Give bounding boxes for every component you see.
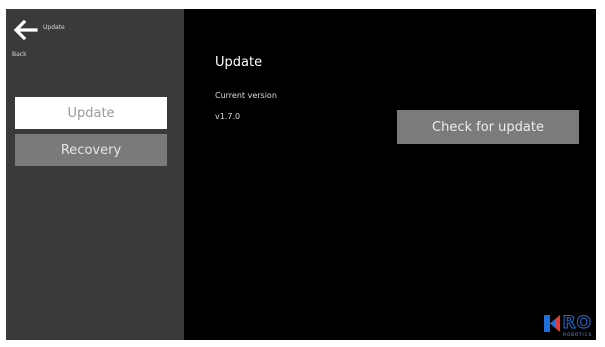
arrow-left-icon xyxy=(13,19,38,41)
header-title: Update xyxy=(43,24,65,31)
sidebar: Update Back Update Recovery xyxy=(6,9,184,340)
sidebar-item-label: Update xyxy=(67,105,115,121)
sidebar-item-label: Recovery xyxy=(60,142,122,158)
back-button[interactable] xyxy=(9,14,41,46)
device-screen: Update Back Update Recovery Update Curre… xyxy=(6,9,596,340)
current-version-value: v1.7.0 xyxy=(215,112,241,121)
check-for-update-button[interactable]: Check for update xyxy=(397,110,579,144)
back-label: Back xyxy=(12,51,27,58)
logo-subtext: ROBOTICS xyxy=(563,332,592,337)
brand-logo-icon xyxy=(544,315,561,332)
current-version-label: Current version xyxy=(215,91,277,100)
logo-text: RO xyxy=(562,313,592,333)
sidebar-item-recovery[interactable]: Recovery xyxy=(15,134,167,166)
sidebar-item-update[interactable]: Update xyxy=(15,97,167,129)
brand-logo: RO ROBOTICS xyxy=(544,313,592,337)
page-title: Update xyxy=(215,55,263,70)
